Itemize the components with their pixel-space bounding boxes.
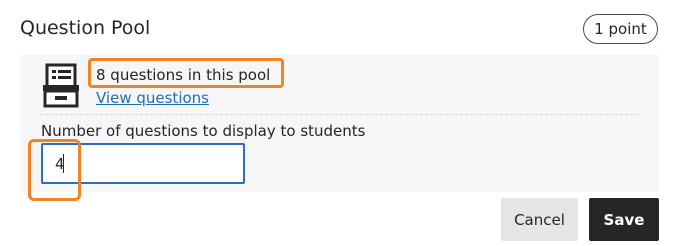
question-pool-title: Question Pool [20, 17, 151, 39]
cancel-button[interactable]: Cancel [501, 198, 578, 241]
text-caret [63, 154, 64, 173]
points-badge[interactable]: 1 point [583, 14, 658, 44]
divider [40, 114, 638, 115]
num-questions-label: Number of questions to display to studen… [41, 122, 366, 140]
view-questions-link[interactable]: View questions [96, 89, 209, 107]
save-button[interactable]: Save [589, 198, 659, 241]
num-questions-input[interactable] [41, 143, 245, 184]
pool-question-count: 8 questions in this pool [96, 66, 271, 84]
question-pool-icon [43, 63, 79, 108]
